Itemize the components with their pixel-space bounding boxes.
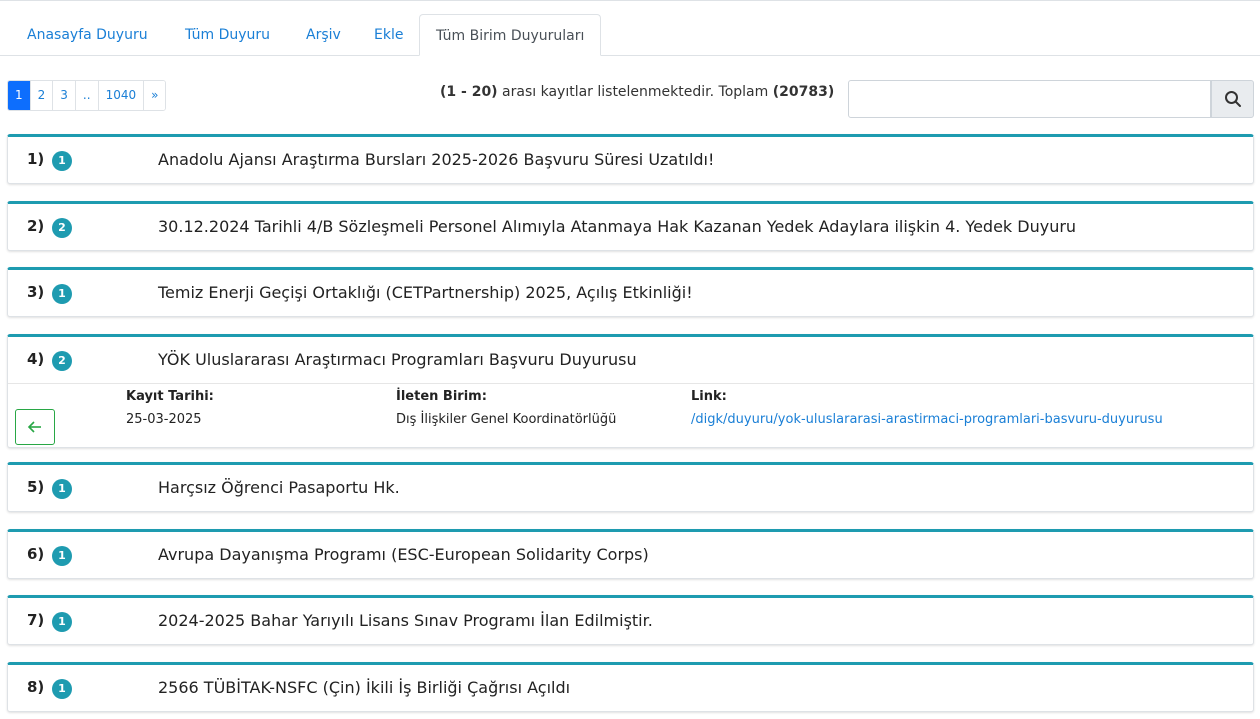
back-button[interactable] <box>15 409 55 445</box>
announcement-card: 8) 1 2566 TÜBİTAK-NSFC (Çin) İkili İş Bi… <box>7 662 1254 712</box>
announcement-title[interactable]: Temiz Enerji Geçişi Ortaklığı (CETPartne… <box>158 283 693 302</box>
announcement-title[interactable]: YÖK Uluslararası Araştırmacı Programları… <box>158 350 637 369</box>
announcement-card-expanded: 4) 2 YÖK Uluslararası Araştırmacı Progra… <box>7 334 1254 448</box>
search-button[interactable] <box>1211 80 1254 118</box>
record-range: (1 - 20) <box>440 84 498 100</box>
page-last[interactable]: 1040 <box>98 81 145 110</box>
search-input[interactable] <box>848 80 1211 118</box>
page-3[interactable]: 3 <box>53 81 76 110</box>
announcement-number: 6) <box>27 545 45 563</box>
tab-ekle[interactable]: Ekle <box>358 14 419 56</box>
top-divider <box>0 0 1260 1</box>
announcement-number: 7) <box>27 611 45 629</box>
record-total: (20783) <box>772 84 835 100</box>
date-label: Kayıt Tarihi: <box>126 389 214 404</box>
announcement-header[interactable]: 7) 1 2024-2025 Bahar Yarıyılı Lisans Sın… <box>8 598 1253 644</box>
announcement-header[interactable]: 5) 1 Harçsız Öğrenci Pasaportu Hk. <box>8 465 1253 511</box>
arrow-left-icon <box>27 421 41 433</box>
page-1[interactable]: 1 <box>8 81 31 110</box>
tab-arsiv[interactable]: Arşiv <box>290 14 357 56</box>
page-2[interactable]: 2 <box>30 81 54 110</box>
announcement-number: 1) <box>27 150 45 168</box>
count-badge: 1 <box>52 479 72 499</box>
announcement-number: 4) <box>27 350 45 368</box>
link-label: Link: <box>691 389 727 404</box>
unit-label: İleten Birim: <box>396 389 487 404</box>
count-badge: 1 <box>52 612 72 632</box>
page-ellipsis[interactable]: .. <box>75 81 99 110</box>
unit-value: Dış İlişkiler Genel Koordinatörlüğü <box>396 412 617 427</box>
record-summary: (1 - 20) arası kayıtlar listelenmektedir… <box>440 84 834 100</box>
announcement-number: 8) <box>27 678 45 696</box>
announcement-header[interactable]: 2) 2 30.12.2024 Tarihli 4/B Sözleşmeli P… <box>8 204 1253 250</box>
announcement-header[interactable]: 1) 1 Anadolu Ajansı Araştırma Bursları 2… <box>8 137 1253 183</box>
search-icon <box>1224 91 1241 107</box>
announcement-header[interactable]: 3) 1 Temiz Enerji Geçişi Ortaklığı (CETP… <box>8 270 1253 316</box>
announcement-title[interactable]: Anadolu Ajansı Araştırma Bursları 2025-2… <box>158 150 714 169</box>
count-badge: 1 <box>52 151 72 171</box>
announcement-title[interactable]: 2566 TÜBİTAK-NSFC (Çin) İkili İş Birliği… <box>158 678 570 697</box>
announcement-number: 3) <box>27 283 45 301</box>
date-value: 25-03-2025 <box>126 412 202 427</box>
page-next[interactable]: » <box>144 81 166 110</box>
tab-bar: Anasayfa Duyuru Tüm Duyuru Arşiv Ekle Tü… <box>0 14 1260 56</box>
announcement-card: 1) 1 Anadolu Ajansı Araştırma Bursları 2… <box>7 134 1254 184</box>
announcement-card: 2) 2 30.12.2024 Tarihli 4/B Sözleşmeli P… <box>7 201 1254 251</box>
record-summary-text: arası kayıtlar listelenmektedir. Toplam <box>497 84 773 100</box>
count-badge: 2 <box>52 351 72 371</box>
pagination: 1 2 3 .. 1040 » <box>7 80 167 111</box>
announcement-card: 5) 1 Harçsız Öğrenci Pasaportu Hk. <box>7 462 1254 512</box>
announcement-title[interactable]: 2024-2025 Bahar Yarıyılı Lisans Sınav Pr… <box>158 611 653 630</box>
announcement-title[interactable]: 30.12.2024 Tarihli 4/B Sözleşmeli Person… <box>158 217 1076 236</box>
announcement-header[interactable]: 8) 1 2566 TÜBİTAK-NSFC (Çin) İkili İş Bi… <box>8 665 1253 711</box>
announcement-card: 6) 1 Avrupa Dayanışma Programı (ESC-Euro… <box>7 529 1254 579</box>
announcement-title[interactable]: Avrupa Dayanışma Programı (ESC-European … <box>158 545 649 564</box>
announcement-number: 5) <box>27 478 45 496</box>
announcement-card: 3) 1 Temiz Enerji Geçişi Ortaklığı (CETP… <box>7 267 1254 317</box>
announcement-title[interactable]: Harçsız Öğrenci Pasaportu Hk. <box>158 478 400 497</box>
announcement-detail: Kayıt Tarihi: 25-03-2025 İleten Birim: D… <box>8 383 1253 447</box>
count-badge: 1 <box>52 284 72 304</box>
tab-tum-birim-duyurulari[interactable]: Tüm Birim Duyuruları <box>419 14 602 56</box>
count-badge: 2 <box>52 218 72 238</box>
announcement-header[interactable]: 6) 1 Avrupa Dayanışma Programı (ESC-Euro… <box>8 532 1253 578</box>
announcement-card: 7) 1 2024-2025 Bahar Yarıyılı Lisans Sın… <box>7 595 1254 645</box>
announcement-header[interactable]: 4) 2 YÖK Uluslararası Araştırmacı Progra… <box>8 337 1253 383</box>
tab-tum-duyuru[interactable]: Tüm Duyuru <box>169 14 286 56</box>
count-badge: 1 <box>52 679 72 699</box>
announcement-number: 2) <box>27 217 45 235</box>
announcement-link[interactable]: /digk/duyuru/yok-uluslararasi-arastirmac… <box>691 412 1163 427</box>
tab-anasayfa-duyuru[interactable]: Anasayfa Duyuru <box>11 14 164 56</box>
count-badge: 1 <box>52 546 72 566</box>
